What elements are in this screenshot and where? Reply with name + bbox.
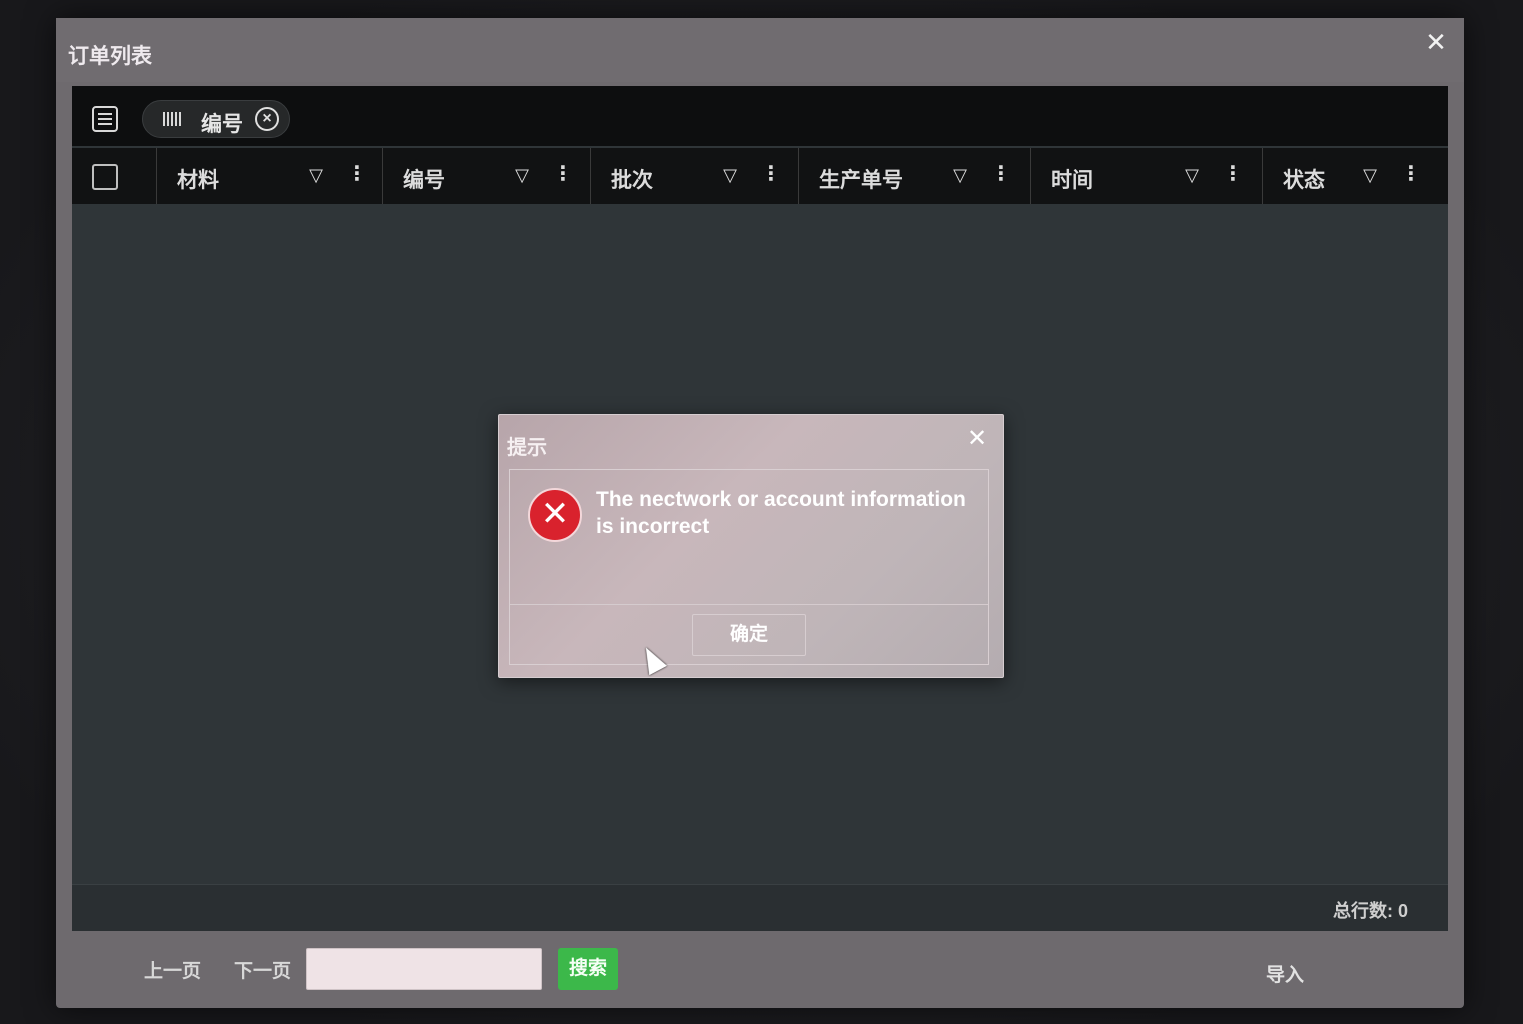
next-page-button[interactable]: 下一页 (234, 956, 291, 983)
column-header-number[interactable]: 编号 ▽ ⋮ (382, 148, 589, 204)
column-header-row: 材料 ▽ ⋮ 编号 ▽ ⋮ 批次 ▽ ⋮ 生产单号 ▽ ⋮ 时间 ▽ ⋮ 状态 … (72, 148, 1448, 204)
column-menu-icon[interactable]: ⋮ (1401, 162, 1421, 186)
column-header-status[interactable]: 状态 ▽ ⋮ (1262, 148, 1433, 204)
column-menu-icon[interactable]: ⋮ (991, 162, 1011, 186)
ok-button[interactable]: 确定 (692, 614, 806, 656)
column-label: 生产单号 (819, 169, 903, 192)
drag-handle-icon[interactable] (163, 112, 183, 126)
column-label: 状态 (1283, 169, 1325, 192)
bottom-toolbar: 上一页 下一页 搜索 导入 (56, 938, 1464, 1008)
column-label: 时间 (1051, 169, 1093, 192)
column-menu-icon[interactable]: ⋮ (553, 162, 573, 186)
column-menu-icon[interactable]: ⋮ (347, 162, 367, 186)
alert-dialog: 提示 ✕ ✕ The nectwork or account informati… (498, 414, 1004, 678)
group-panel-icon[interactable] (92, 106, 118, 132)
select-all-checkbox[interactable] (92, 164, 118, 190)
column-header-production-order[interactable]: 生产单号 ▽ ⋮ (798, 148, 1029, 204)
remove-chip-icon[interactable]: × (255, 107, 279, 131)
column-label: 材料 (177, 169, 219, 192)
search-button[interactable]: 搜索 (558, 948, 618, 990)
search-input[interactable] (306, 948, 542, 990)
error-x-icon: ✕ (528, 488, 582, 542)
column-label: 批次 (611, 169, 653, 192)
import-button[interactable]: 导入 (1266, 960, 1304, 987)
error-message: The nectwork or account information is i… (596, 488, 966, 538)
window-titlebar: 订单列表 ✕ (56, 18, 1464, 82)
grid-footer: 总行数: 0 (72, 884, 1448, 931)
window-close-icon[interactable]: ✕ (1422, 28, 1450, 56)
monitor-screen: 订单列表 ✕ 编号 × 材料 ▽ ⋮ 编号 ▽ ⋮ 批次 ▽ ⋮ 生产单号 ▽ … (0, 0, 1523, 1024)
filter-icon[interactable]: ▽ (949, 164, 971, 186)
column-label: 编号 (403, 169, 445, 192)
group-chip[interactable]: 编号 × (142, 100, 290, 138)
filter-icon[interactable]: ▽ (511, 164, 533, 186)
dialog-divider (510, 604, 988, 605)
column-header-batch[interactable]: 批次 ▽ ⋮ (590, 148, 797, 204)
column-header-time[interactable]: 时间 ▽ ⋮ (1030, 148, 1261, 204)
window-title: 订单列表 (68, 45, 152, 68)
dialog-close-icon[interactable]: ✕ (965, 427, 989, 451)
filter-icon[interactable]: ▽ (1181, 164, 1203, 186)
dialog-body: ✕ The nectwork or account information is… (509, 469, 989, 665)
dialog-title: 提示 (507, 437, 547, 459)
column-menu-icon[interactable]: ⋮ (761, 162, 781, 186)
filter-icon[interactable]: ▽ (1359, 164, 1381, 186)
row-count: 总行数: 0 (1332, 901, 1408, 921)
filter-icon[interactable]: ▽ (305, 164, 327, 186)
group-chip-label: 编号 (201, 113, 243, 136)
prev-page-button[interactable]: 上一页 (144, 956, 201, 983)
filter-icon[interactable]: ▽ (719, 164, 741, 186)
column-header-material[interactable]: 材料 ▽ ⋮ (156, 148, 367, 204)
column-menu-icon[interactable]: ⋮ (1223, 162, 1243, 186)
group-panel: 编号 × (72, 86, 1448, 146)
